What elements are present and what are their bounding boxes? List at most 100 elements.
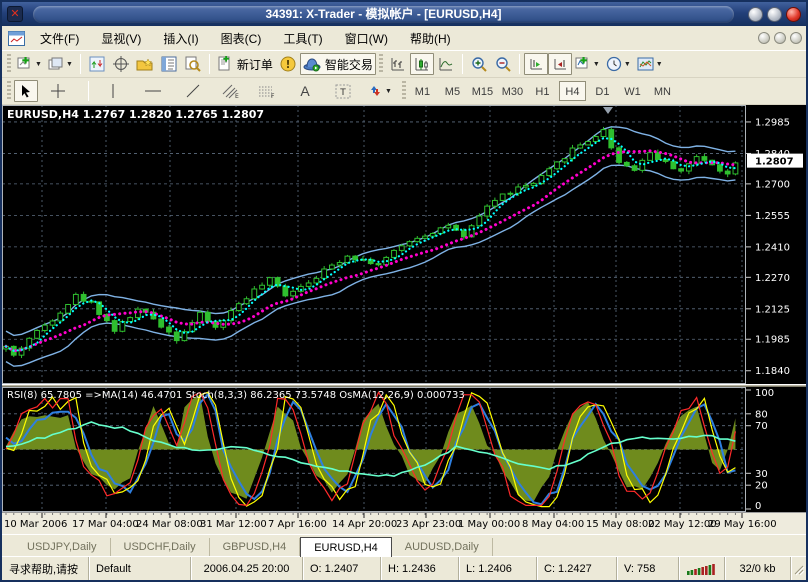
chart-tab-usdjpy-daily[interactable]: USDJPY,Daily (14, 538, 111, 556)
profile-name[interactable]: Default (88, 557, 190, 580)
auto-scroll-button[interactable] (524, 53, 548, 75)
toolbar-grip[interactable] (7, 81, 11, 101)
cursor-arrow-icon (20, 84, 32, 98)
svg-text:1.2807: 1.2807 (755, 157, 794, 168)
indicators-button[interactable]: ▼ (572, 53, 603, 75)
menu-item-2[interactable]: 插入(I) (152, 27, 209, 50)
timeframe-button-d1[interactable]: D1 (589, 81, 616, 101)
mdi-restore-button[interactable] (774, 32, 786, 44)
menu-item-5[interactable]: 窗口(W) (334, 27, 399, 50)
maximize-button[interactable] (767, 7, 782, 22)
label-t-icon: T (335, 84, 351, 99)
crosshair-tool-button[interactable] (46, 80, 70, 102)
mdi-close-button[interactable] (790, 32, 802, 44)
svg-text:1.2555: 1.2555 (755, 211, 790, 222)
trendline-tool[interactable] (181, 80, 205, 102)
mdi-window-buttons (754, 32, 802, 44)
dropdown-arrow-icon: ▼ (624, 61, 631, 68)
cursor-tool-button[interactable] (14, 80, 38, 102)
toolbar-grip[interactable] (402, 81, 406, 101)
market-watch-button[interactable] (85, 53, 109, 75)
minimize-button[interactable] (748, 7, 763, 22)
timeframe-button-w1[interactable]: W1 (619, 81, 646, 101)
zoom-out-button[interactable] (491, 53, 515, 75)
timeframe-button-h1[interactable]: H1 (529, 81, 556, 101)
vertical-line-tool[interactable] (101, 80, 125, 102)
resize-grip[interactable] (790, 557, 806, 580)
dropdown-arrow-icon: ▼ (656, 61, 663, 68)
periods-button[interactable]: ▼ (603, 53, 634, 75)
chart-tab-eurusd-h4[interactable]: EURUSD,H4 (300, 537, 392, 557)
time-axis-label: 24 Mar 08:00 (136, 519, 203, 530)
equidistant-channel-tool[interactable]: E (219, 80, 243, 102)
indicator-axis: 100807030200 (746, 387, 806, 512)
svg-text:100: 100 (755, 388, 774, 399)
profiles-button[interactable]: ▼ (45, 53, 76, 75)
new-order-label: 新订单 (237, 56, 273, 73)
terminal-button[interactable] (157, 53, 181, 75)
timeframe-button-m1[interactable]: M1 (409, 81, 436, 101)
svg-text:F: F (271, 93, 275, 99)
candlestick-chart-button[interactable] (410, 53, 434, 75)
menu-item-6[interactable]: 帮助(H) (399, 27, 462, 50)
menu-item-0[interactable]: 文件(F) (29, 27, 90, 50)
crosshair-icon (51, 84, 65, 98)
svg-text:E: E (235, 93, 239, 99)
templates-button[interactable]: ▼ (634, 53, 666, 75)
candlestick-icon (414, 56, 430, 72)
toolbar-grip[interactable] (379, 54, 383, 74)
indicators-icon (575, 56, 591, 72)
mdi-minimize-button[interactable] (758, 32, 770, 44)
expert-hat-icon (303, 56, 321, 72)
indicator-panel-chart[interactable]: RSI(8) 65.7805 =>MA(14) 46.4701 Stoch(8,… (2, 387, 746, 512)
new-chart-button[interactable]: ▼ (14, 53, 45, 75)
menu-item-3[interactable]: 图表(C) (210, 27, 273, 50)
menu-item-4[interactable]: 工具(T) (272, 27, 333, 50)
new-order-button[interactable]: 新订单 (214, 53, 276, 75)
chart-tab-gbpusd-h4[interactable]: GBPUSD,H4 (210, 538, 301, 556)
chart-tab-usdchf-daily[interactable]: USDCHF,Daily (111, 538, 210, 556)
svg-text:EURUSD,H4 1.2767 1.2820 1.276: EURUSD,H4 1.2767 1.2820 1.2765 1.2807 (7, 108, 264, 121)
profiles-icon (48, 56, 64, 72)
expert-advisor-button[interactable]: 智能交易 (300, 53, 376, 75)
arrows-tool[interactable]: ▼ (365, 80, 395, 102)
bar-chart-button[interactable] (386, 53, 410, 75)
svg-text:1.2700: 1.2700 (755, 179, 790, 190)
horizontal-line-tool[interactable] (141, 80, 165, 102)
chart-shift-icon (552, 56, 568, 72)
navigator-button[interactable] (133, 53, 157, 75)
timeframe-button-m30[interactable]: M30 (499, 81, 526, 101)
timeframe-button-mn[interactable]: MN (649, 81, 676, 101)
strategy-tester-button[interactable] (181, 53, 205, 75)
new-order-icon (217, 56, 233, 72)
timeframe-button-h4[interactable]: H4 (559, 81, 586, 101)
timeframe-button-m5[interactable]: M5 (439, 81, 466, 101)
template-icon (637, 56, 654, 72)
bar-low: L: 1.2406 (458, 557, 536, 580)
text-label-tool[interactable]: T (331, 80, 355, 102)
toolbar-separator (209, 54, 210, 74)
chart-region: EURUSD,H4 1.2767 1.2820 1.2765 1.2807 1.… (2, 105, 806, 534)
close-button[interactable] (786, 7, 801, 22)
time-axis-label: 29 May 16:00 (708, 519, 777, 530)
alert-button[interactable]: ! (276, 53, 300, 75)
svg-text:1.2985: 1.2985 (755, 117, 790, 128)
timeframe-button-m15[interactable]: M15 (469, 81, 496, 101)
toolbar-grip[interactable] (7, 54, 11, 74)
line-chart-icon (438, 56, 454, 72)
svg-text:80: 80 (755, 409, 768, 420)
toolbar-separator (88, 81, 89, 101)
menu-item-1[interactable]: 显视(V) (90, 27, 152, 50)
clock-icon (606, 56, 622, 72)
main-price-chart[interactable]: EURUSD,H4 1.2767 1.2820 1.2765 1.2807 (2, 105, 746, 384)
data-window-button[interactable] (109, 53, 133, 75)
text-tool[interactable]: A (293, 80, 317, 102)
line-chart-button[interactable] (434, 53, 458, 75)
chart-tab-audusd-daily[interactable]: AUDUSD,Daily (392, 538, 493, 556)
toolbar-standard: ▼ ▼ 新订单 ! 智能交易 (2, 51, 806, 78)
vertical-line-icon (107, 84, 119, 98)
chart-shift-button[interactable] (548, 53, 572, 75)
dropdown-arrow-icon: ▼ (593, 61, 600, 68)
fibonacci-tool[interactable]: F (255, 80, 279, 102)
zoom-in-button[interactable] (467, 53, 491, 75)
